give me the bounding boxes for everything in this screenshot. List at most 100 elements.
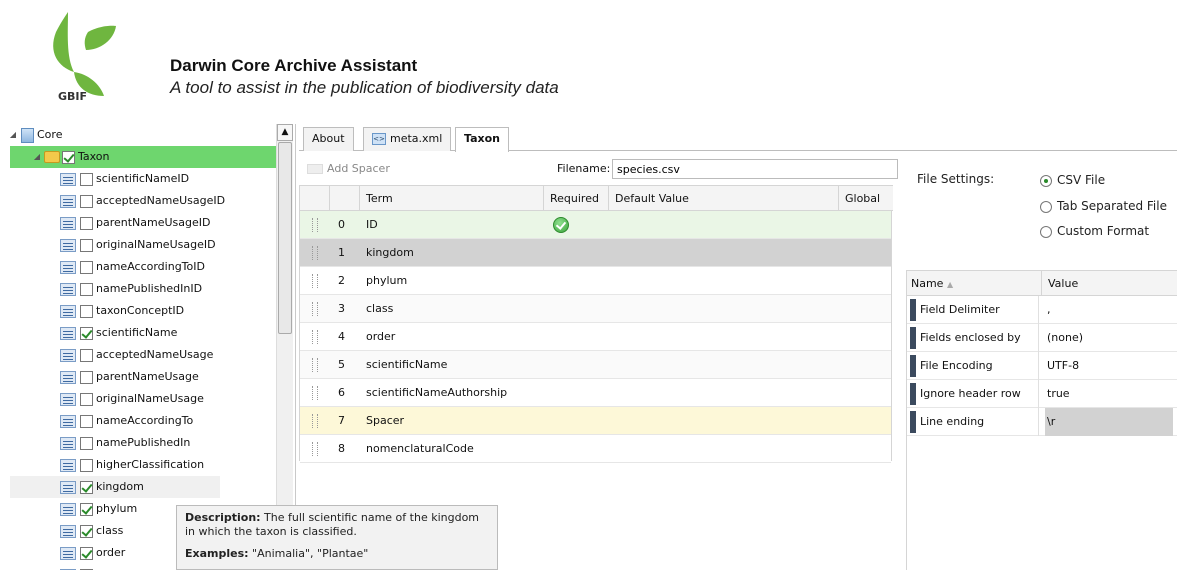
- property-value[interactable]: \r: [1045, 408, 1173, 436]
- radio-csv-file[interactable]: CSV File: [1040, 171, 1105, 189]
- properties-head-value[interactable]: Value: [1042, 271, 1177, 296]
- term-checkbox[interactable]: [80, 524, 93, 538]
- term-checkbox[interactable]: [80, 436, 93, 450]
- scroll-up-icon[interactable]: ▲: [277, 124, 293, 141]
- tab-about[interactable]: About: [303, 127, 354, 151]
- properties-head-name[interactable]: Name ▲: [907, 271, 1042, 296]
- property-row[interactable]: Line ending \r: [907, 408, 1177, 436]
- property-value[interactable]: true: [1045, 380, 1173, 408]
- tree-term-item[interactable]: kingdom: [10, 476, 220, 498]
- drag-handle-icon[interactable]: [312, 330, 318, 344]
- cell-divider: [1038, 352, 1039, 380]
- add-spacer-button[interactable]: Add Spacer: [307, 160, 390, 178]
- grid-row[interactable]: 7 Spacer: [300, 407, 891, 435]
- term-checkbox[interactable]: [80, 172, 93, 186]
- row-index: 2: [338, 274, 345, 287]
- term-checkbox[interactable]: [80, 480, 93, 494]
- drag-handle-icon[interactable]: [312, 274, 318, 288]
- row-index: 8: [338, 442, 345, 455]
- term-checkbox[interactable]: [80, 194, 93, 208]
- term-checkbox[interactable]: [80, 502, 93, 516]
- tree-term-item[interactable]: nameAccordingTo: [60, 410, 193, 432]
- grid-row[interactable]: 3 class: [300, 295, 891, 323]
- radio-custom-format[interactable]: Custom Format: [1040, 222, 1149, 240]
- term-checkbox[interactable]: [80, 546, 93, 560]
- radio-tab-separated[interactable]: Tab Separated File: [1040, 197, 1167, 215]
- tree-node-taxon[interactable]: ◢ Taxon: [10, 146, 276, 168]
- tree-term-item[interactable]: parentNameUsage: [60, 366, 199, 388]
- tree-term-item[interactable]: originalNameUsageID: [60, 234, 216, 256]
- property-row[interactable]: Fields enclosed by (none): [907, 324, 1177, 352]
- drag-handle-icon[interactable]: [312, 386, 318, 400]
- drag-handle-icon[interactable]: [312, 218, 318, 232]
- term-icon: [60, 546, 76, 560]
- grid-head-required[interactable]: Required: [544, 186, 609, 211]
- tab-taxon[interactable]: Taxon: [455, 127, 509, 152]
- grid-row[interactable]: 4 order: [300, 323, 891, 351]
- tree-term-item[interactable]: higherClassification: [60, 454, 204, 476]
- tree-term-item[interactable]: order: [60, 542, 125, 564]
- grid-row[interactable]: 6 scientificNameAuthorship: [300, 379, 891, 407]
- drag-handle-icon[interactable]: [312, 358, 318, 372]
- tree-term-item[interactable]: taxonConceptID: [60, 300, 184, 322]
- filename-input[interactable]: [612, 159, 898, 179]
- grid-row[interactable]: 2 phylum: [300, 267, 891, 295]
- term-checkbox[interactable]: [80, 392, 93, 406]
- grid-row[interactable]: 5 scientificName: [300, 351, 891, 379]
- tree-term-item[interactable]: namePublishedInID: [60, 278, 202, 300]
- property-row[interactable]: Field Delimiter,: [907, 296, 1177, 324]
- property-row[interactable]: Ignore header row true: [907, 380, 1177, 408]
- tooltip-examples-label: Examples:: [185, 547, 249, 560]
- app-header: GBIF Darwin Core Archive Assistant A too…: [0, 0, 1177, 118]
- tree-term-item[interactable]: acceptedNameUsage: [60, 344, 213, 366]
- property-row[interactable]: File Encoding UTF-8: [907, 352, 1177, 380]
- grid-row[interactable]: 1 kingdom: [300, 239, 891, 267]
- tree-term-label: class: [96, 524, 124, 537]
- tree-term-label: family: [96, 564, 130, 570]
- scrollbar-thumb[interactable]: [278, 142, 292, 334]
- tree-term-item[interactable]: namePublishedIn: [60, 432, 190, 454]
- tab-meta-xml[interactable]: <> meta.xml: [363, 127, 452, 151]
- tree-scrollbar[interactable]: ▲: [276, 124, 293, 570]
- term-icon: [60, 194, 76, 208]
- term-tree[interactable]: ◢ Core ◢ Taxon scientificNameID acceptedNam…: [2, 124, 296, 570]
- drag-handle-icon[interactable]: [312, 414, 318, 428]
- radio-icon: [1040, 200, 1052, 213]
- tree-term-item[interactable]: originalNameUsage: [60, 388, 204, 410]
- term-checkbox[interactable]: [80, 458, 93, 472]
- property-value[interactable]: UTF-8: [1045, 352, 1173, 380]
- tree-term-item[interactable]: class: [60, 520, 123, 542]
- grid-head-default-value[interactable]: Default Value: [609, 186, 839, 211]
- drag-handle-icon[interactable]: [312, 302, 318, 316]
- grid-head-term[interactable]: Term: [360, 186, 544, 211]
- grid-row[interactable]: 8 nomenclaturalCode: [300, 435, 891, 463]
- tree-term-item[interactable]: family: [60, 564, 130, 570]
- term-checkbox[interactable]: [80, 260, 93, 274]
- drag-handle-icon[interactable]: [312, 442, 318, 456]
- tree-term-item[interactable]: nameAccordingToID: [60, 256, 205, 278]
- grid-row[interactable]: 0 ID: [300, 211, 891, 239]
- term-checkbox[interactable]: [80, 414, 93, 428]
- property-value[interactable]: ,: [1045, 296, 1173, 324]
- collapse-triangle-icon[interactable]: ◢: [32, 152, 42, 162]
- grid-head-global[interactable]: Global: [839, 186, 893, 211]
- tree-term-item[interactable]: parentNameUsageID: [60, 212, 211, 234]
- sort-ascending-icon: ▲: [946, 280, 954, 289]
- term-checkbox[interactable]: [80, 216, 93, 230]
- property-value[interactable]: (none): [1045, 324, 1173, 352]
- term-checkbox[interactable]: [80, 348, 93, 362]
- term-checkbox[interactable]: [80, 326, 93, 340]
- term-checkbox[interactable]: [80, 238, 93, 252]
- tree-term-label: originalNameUsageID: [96, 238, 216, 251]
- tree-term-item[interactable]: scientificName: [60, 322, 177, 344]
- collapse-triangle-icon[interactable]: ◢: [8, 130, 18, 140]
- term-checkbox[interactable]: [80, 304, 93, 318]
- drag-handle-icon[interactable]: [312, 246, 318, 260]
- tree-term-item[interactable]: phylum: [60, 498, 137, 520]
- tree-node-core[interactable]: ◢ Core: [8, 124, 62, 146]
- taxon-checkbox[interactable]: [62, 150, 75, 164]
- tree-term-item[interactable]: acceptedNameUsageID: [60, 190, 225, 212]
- term-checkbox[interactable]: [80, 282, 93, 296]
- term-checkbox[interactable]: [80, 370, 93, 384]
- tree-term-item[interactable]: scientificNameID: [60, 168, 189, 190]
